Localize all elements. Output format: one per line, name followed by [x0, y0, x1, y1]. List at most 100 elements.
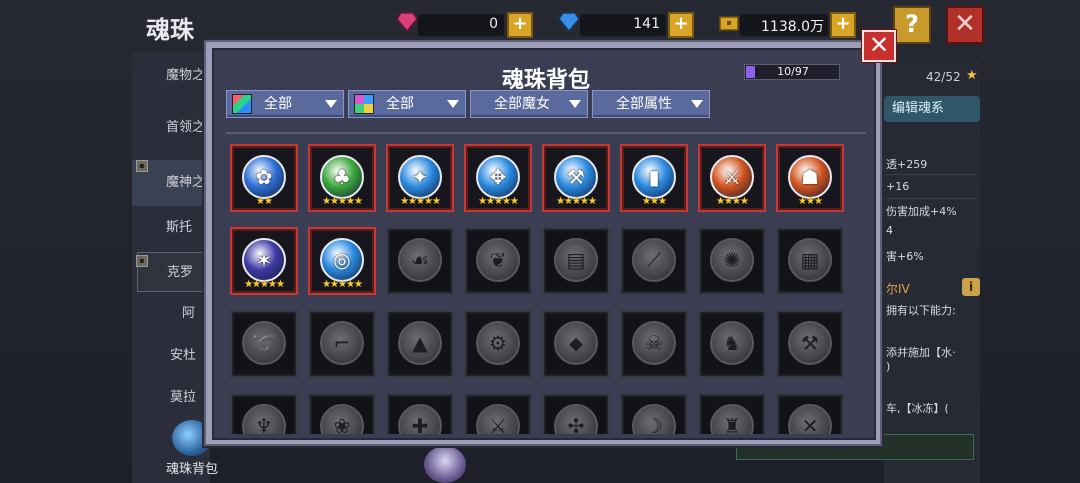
soul-bead-slot[interactable]: ♣ ★★★★★ [308, 144, 376, 212]
soul-bead-slot[interactable]: ♞ [698, 310, 766, 378]
soul-bead-slot[interactable]: ⚒ [776, 310, 844, 378]
stat-line: 害+6% [886, 250, 924, 263]
sidebar-item-3[interactable]: 斯托 [132, 208, 210, 248]
witch-hat-icon-glyph: ▲ [412, 331, 428, 355]
witch-filter-dropdown[interactable]: 全部魔女 [470, 90, 588, 118]
soul-bead-slot[interactable]: ➰ [230, 310, 298, 378]
serpent-icon: ➰ [242, 321, 286, 365]
add-pink-gem-button[interactable]: + [507, 12, 533, 38]
gold-value: 1138.0万 [761, 19, 824, 35]
fairy-icon-glyph: ❀ [333, 414, 351, 434]
twin-swords-icon-glyph: ⚔ [489, 414, 507, 434]
desc-line: 车,【冰冻】( [886, 402, 949, 415]
star-rating: ★★★★★ [400, 196, 441, 207]
axe-icon-glyph: ⚒ [801, 331, 819, 355]
demon-mask-icon-glyph: ☗ [801, 165, 819, 189]
crystal-shield-icon-glyph: ▮ [648, 165, 660, 189]
soul-bead-slot[interactable]: ⬥ [542, 310, 610, 378]
knight-icon: ♜ [710, 404, 754, 434]
demon-mask-icon: ☗ [788, 155, 832, 199]
frost-blades-icon-glyph: ✥ [489, 165, 507, 189]
help-button[interactable]: ? [893, 6, 931, 44]
sidebar-item-5[interactable]: 阿 [132, 294, 210, 334]
soul-bead-slot[interactable]: ◎ ★★★★★ [308, 227, 376, 295]
soul-bead-slot[interactable]: ❀ [308, 393, 376, 434]
gear-flower-icon: ✺ [710, 238, 754, 282]
soul-bead-slot[interactable]: ▦ [776, 227, 844, 295]
twin-axe-icon: ⚒ [554, 155, 598, 199]
spear-tip-icon-glyph: ⬥ [569, 331, 583, 355]
divider [226, 132, 866, 134]
sidebar-item-0[interactable]: 魔物之 [132, 56, 210, 96]
close-screen-button[interactable]: ✕ [946, 6, 984, 44]
witch-hat-icon: ▲ [398, 321, 442, 365]
clover-scepter-icon: ♣ [320, 155, 364, 199]
soul-bead-slot[interactable]: ⟋ [620, 227, 688, 295]
game-screen: 魂珠 0 + 141 + 1138.0万 + ? ✕ 魔物之 首领之 魔神之 ▪… [0, 0, 1080, 483]
soul-bead-slot[interactable]: ⌐ [308, 310, 376, 378]
axe-icon: ⚒ [788, 321, 832, 365]
twin-axe-icon-glyph: ⚒ [567, 165, 585, 189]
soul-bead-slot[interactable]: ✶ ★★★★★ [230, 227, 298, 295]
edit-soul-system-button[interactable]: 编辑魂系 [884, 96, 980, 122]
soul-bead-slot[interactable]: ☽ [620, 393, 688, 434]
collection-count: 42/52 [926, 70, 961, 84]
soul-bead-slot[interactable]: ⚔ [464, 393, 532, 434]
soul-bead-slot[interactable]: ✿ ★★ [230, 144, 298, 212]
soul-bead-slot[interactable]: ☗ ★★★ [776, 144, 844, 212]
star-icon: ★ [966, 68, 978, 83]
ice-shuriken-icon: ✦ [398, 155, 442, 199]
info-icon[interactable]: i [962, 278, 980, 296]
fairy-icon: ❀ [320, 404, 364, 434]
soul-bead-slot[interactable]: ☙ [386, 227, 454, 295]
attribute-filter-dropdown[interactable]: 全部属性 [592, 90, 710, 118]
sidebar-item-1[interactable]: 首领之 [132, 108, 210, 148]
bow-icon: ☽ [632, 404, 676, 434]
sidebar-item-7[interactable]: 莫拉 [132, 378, 210, 418]
bow-icon-glyph: ☽ [645, 414, 663, 434]
soul-bead-slot[interactable]: ▤ [542, 227, 610, 295]
flail-icon: ✣ [554, 404, 598, 434]
soul-bead-slot[interactable]: ✣ [542, 393, 610, 434]
close-dialog-button[interactable]: ✕ [862, 30, 896, 62]
tome-icon: ▤ [554, 238, 598, 282]
soul-bead-slot[interactable]: ✺ [698, 227, 766, 295]
tome-icon-glyph: ▤ [566, 248, 586, 272]
soul-bead-slot[interactable]: ▮ ★★★ [620, 144, 688, 212]
soul-bead-slot[interactable]: ⚔ ★★★★ [698, 144, 766, 212]
soul-bead-slot[interactable]: ✕ [776, 393, 844, 434]
soul-bead-slot[interactable]: ♆ [230, 393, 298, 434]
soul-bead-slot[interactable]: ✚ [386, 393, 454, 434]
add-blue-gem-button[interactable]: + [668, 12, 694, 38]
comet-ring-icon-glyph: ◎ [333, 248, 351, 272]
crossed-blades-icon-glyph: ✕ [801, 414, 819, 434]
sidebar-item-6[interactable]: 安杜 [132, 336, 210, 376]
rose-axe-icon: ✿ [242, 155, 286, 199]
soul-bead-slot[interactable]: ✦ ★★★★★ [386, 144, 454, 212]
skull-icon-glyph: ☠ [645, 331, 663, 355]
soul-bead-slot[interactable]: ▲ [386, 310, 454, 378]
soul-bead-slot[interactable]: ☠ [620, 310, 688, 378]
soul-bead-slot[interactable]: ❦ [464, 227, 532, 295]
star-rating: ★★★★ [716, 196, 749, 207]
star-rating: ★★ [256, 196, 273, 207]
stat-line: +16 [886, 180, 910, 193]
rarity-filter-dropdown[interactable]: 全部 [226, 90, 344, 118]
soul-bead-slot[interactable]: ✥ ★★★★★ [464, 144, 532, 212]
soul-bead-slot[interactable]: ♜ [698, 393, 766, 434]
add-gold-button[interactable]: + [830, 12, 856, 38]
sword-icon-glyph: ⟋ [647, 248, 661, 272]
void-star-icon: ✶ [242, 238, 286, 282]
soul-bead-grid: ✿ ★★ ♣ ★★★★★ ✦ ★★★★★ ✥ ★★★★★ ⚒ ★★★★★ ▮ ★★★ ⚔ ★★★★ ☗ ★★★… [230, 138, 870, 434]
clover-scepter-icon-glyph: ♣ [333, 165, 351, 189]
lock-badge-icon: ▪ [136, 255, 148, 267]
frost-blades-icon: ✥ [476, 155, 520, 199]
soul-bead-slot[interactable]: ⚙ [464, 310, 532, 378]
soul-bag-tab-label[interactable]: 魂珠背包 [166, 458, 218, 477]
soul-bead-slot[interactable]: ⚒ ★★★★★ [542, 144, 610, 212]
divider [886, 198, 976, 199]
element-filter-dropdown[interactable]: 全部 [348, 90, 466, 118]
gold-chest-icon [719, 16, 739, 31]
claw-icon: ☙ [398, 238, 442, 282]
leaf-blade-icon: ❦ [476, 238, 520, 282]
